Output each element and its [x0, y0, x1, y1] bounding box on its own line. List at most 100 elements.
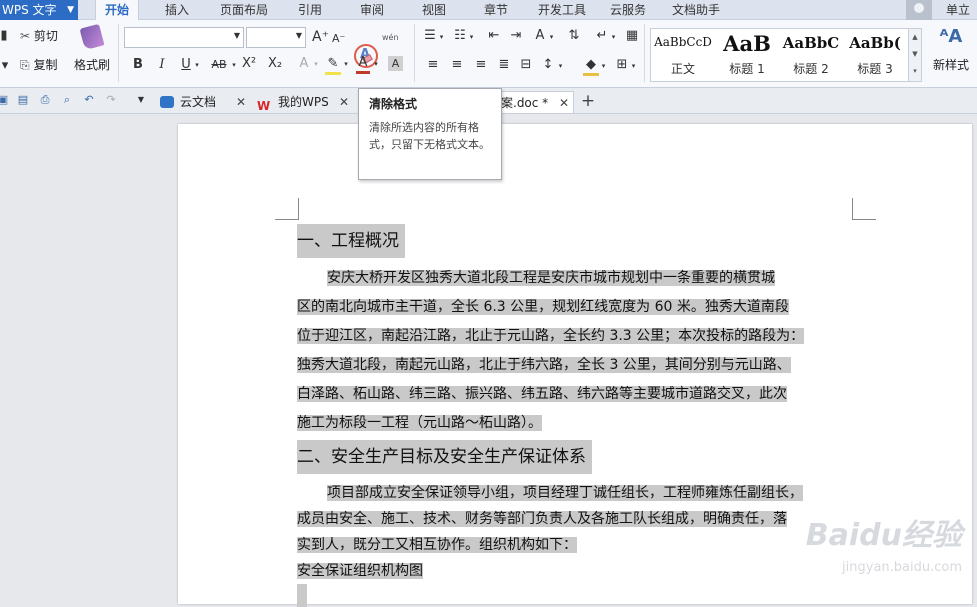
close-icon[interactable]: ✕: [559, 92, 569, 114]
tab-cloud-docs[interactable]: 云文档 ✕: [160, 91, 250, 113]
style-name: 标题 2: [793, 62, 829, 76]
cut-button[interactable]: ✂ 剪切: [20, 28, 58, 44]
shading-icon[interactable]: ◆: [583, 57, 599, 76]
chevron-down-icon[interactable]: ▾: [342, 56, 350, 72]
user-name[interactable]: 单立: [946, 0, 970, 20]
style-preview: AaBb(: [849, 34, 901, 52]
chevron-down-icon[interactable]: ▾: [372, 56, 380, 72]
new-style-icon: ᴬA: [939, 26, 963, 47]
tab-references[interactable]: 引用: [290, 0, 330, 20]
text-direction-icon[interactable]: A: [532, 28, 548, 44]
format-painter-button[interactable]: 格式刷: [72, 23, 112, 84]
chevron-down-icon[interactable]: ▾: [468, 29, 475, 45]
paragraph-1[interactable]: 安庆大桥开发区独秀大道北段工程是安庆市城市规划中一条重要的横贯城 区的南北向城市…: [297, 264, 853, 438]
tab-label: 云文档: [180, 95, 217, 109]
app-menu-button[interactable]: WPS 文字 ▼: [0, 0, 78, 20]
char-shading-icon[interactable]: A: [388, 56, 403, 71]
chevron-down-icon[interactable]: ▼: [909, 46, 921, 63]
subscript-icon[interactable]: X₂: [266, 56, 284, 72]
align-right-icon[interactable]: ≡: [474, 57, 488, 73]
numbered-list-icon[interactable]: ☷: [452, 28, 468, 44]
undo-icon[interactable]: ↶: [82, 93, 96, 107]
distributed-icon[interactable]: ⊟: [519, 57, 533, 73]
paste-icon[interactable]: ▮: [0, 28, 10, 44]
chevron-down-icon[interactable]: ▾: [193, 57, 201, 73]
heading-2[interactable]: 二、安全生产目标及安全生产保证体系: [297, 440, 592, 474]
export-pdf-icon[interactable]: ▤: [16, 93, 30, 107]
text-line: 安全保证组织机构图: [297, 563, 423, 579]
more-icon[interactable]: ▾: [909, 63, 921, 80]
tab-page-layout[interactable]: 页面布局: [212, 0, 276, 20]
chevron-up-icon[interactable]: ▲: [909, 29, 921, 46]
tab-section[interactable]: 章节: [476, 0, 516, 20]
show-marks-icon[interactable]: ↵: [594, 28, 610, 44]
new-style-button[interactable]: ᴬA 新样式: [926, 26, 976, 84]
print-icon[interactable]: ⎙: [38, 93, 52, 107]
borders-icon[interactable]: ⊞: [614, 57, 630, 73]
increase-indent-icon[interactable]: ⇥: [508, 28, 524, 44]
chevron-down-icon[interactable]: ▾: [230, 57, 238, 73]
tab-label: 我的WPS: [278, 95, 329, 109]
grow-font-icon[interactable]: A⁺: [312, 29, 329, 45]
avatar[interactable]: [906, 0, 932, 20]
text-effect-icon[interactable]: A: [296, 56, 312, 72]
copy-button[interactable]: ⎘ 复制: [20, 57, 57, 73]
chevron-down-icon[interactable]: ▼: [134, 93, 148, 107]
italic-icon[interactable]: I: [155, 57, 169, 73]
line-spacing-icon[interactable]: ↕: [540, 57, 556, 73]
chevron-down-icon[interactable]: ▾: [438, 29, 445, 45]
save-icon[interactable]: ▣: [0, 93, 10, 107]
tab-my-wps[interactable]: W 我的WPS ✕: [257, 91, 353, 113]
new-tab-button[interactable]: +: [579, 88, 597, 114]
cut-label: 剪切: [33, 29, 58, 43]
style-heading1[interactable]: AaB 标题 1: [715, 29, 779, 81]
style-normal[interactable]: AaBbCcD 正文: [651, 29, 715, 81]
font-name-combo[interactable]: ▼: [124, 27, 244, 48]
underline-icon[interactable]: U: [179, 57, 193, 73]
justify-icon[interactable]: ≣: [497, 57, 511, 73]
chevron-down-icon[interactable]: ▾: [548, 29, 555, 45]
bullet-list-icon[interactable]: ☰: [422, 28, 438, 44]
text-line: 实到人，既分工又相互协作。组织机构如下：: [297, 537, 577, 553]
style-gallery: AaBbCcD 正文 AaB 标题 1 AaBbC 标题 2 AaBb( 标题 …: [650, 28, 913, 82]
tab-review[interactable]: 审阅: [352, 0, 392, 20]
decrease-indent-icon[interactable]: ⇤: [486, 28, 502, 44]
separator: [118, 24, 119, 82]
shrink-font-icon[interactable]: A⁻: [332, 31, 345, 47]
font-size-combo[interactable]: ▼: [246, 27, 306, 48]
font-color-icon[interactable]: A: [356, 55, 370, 74]
heading-1[interactable]: 一、工程概况: [297, 224, 405, 258]
style-heading2[interactable]: AaBbC 标题 2: [779, 29, 843, 81]
style-gallery-scroll[interactable]: ▲ ▼ ▾: [908, 28, 922, 82]
tab-home[interactable]: 开始: [95, 0, 139, 21]
table-grid-icon[interactable]: ▦: [624, 28, 640, 44]
align-center-icon[interactable]: ≡: [450, 57, 464, 73]
app-name: WPS 文字: [2, 3, 57, 17]
tab-doc-assistant[interactable]: 文档助手: [664, 0, 728, 20]
tab-cloud-service[interactable]: 云服务: [606, 0, 650, 20]
tab-developer[interactable]: 开发工具: [530, 0, 594, 20]
tab-insert[interactable]: 插入: [155, 0, 199, 20]
crop-mark: [852, 198, 876, 220]
superscript-icon[interactable]: X²: [240, 56, 258, 72]
chevron-down-icon[interactable]: ▾: [312, 56, 320, 72]
chevron-down-icon[interactable]: ▾: [0, 58, 10, 74]
separator: [414, 24, 415, 82]
chevron-down-icon[interactable]: ▾: [600, 58, 607, 74]
tab-view[interactable]: 视图: [414, 0, 454, 20]
highlight-color-icon[interactable]: ✎: [325, 56, 341, 75]
align-left-icon[interactable]: ≡: [426, 57, 440, 73]
redo-icon[interactable]: ↷: [104, 93, 118, 107]
close-icon[interactable]: ✕: [339, 91, 349, 113]
bold-icon[interactable]: B: [131, 57, 145, 73]
print-preview-icon[interactable]: ⌕: [60, 93, 74, 107]
chevron-down-icon[interactable]: ▾: [610, 29, 617, 45]
strikethrough-icon[interactable]: AB: [208, 57, 230, 73]
text-line: 施工为标段一工程（元山路～柘山路）。: [297, 415, 542, 431]
style-heading3[interactable]: AaBb( 标题 3: [843, 29, 907, 81]
chevron-down-icon[interactable]: ▾: [557, 58, 564, 74]
close-icon[interactable]: ✕: [236, 91, 246, 113]
pinyin-guide-icon[interactable]: wén: [382, 30, 399, 46]
sort-icon[interactable]: ⇅: [566, 28, 582, 44]
chevron-down-icon[interactable]: ▾: [630, 58, 637, 74]
